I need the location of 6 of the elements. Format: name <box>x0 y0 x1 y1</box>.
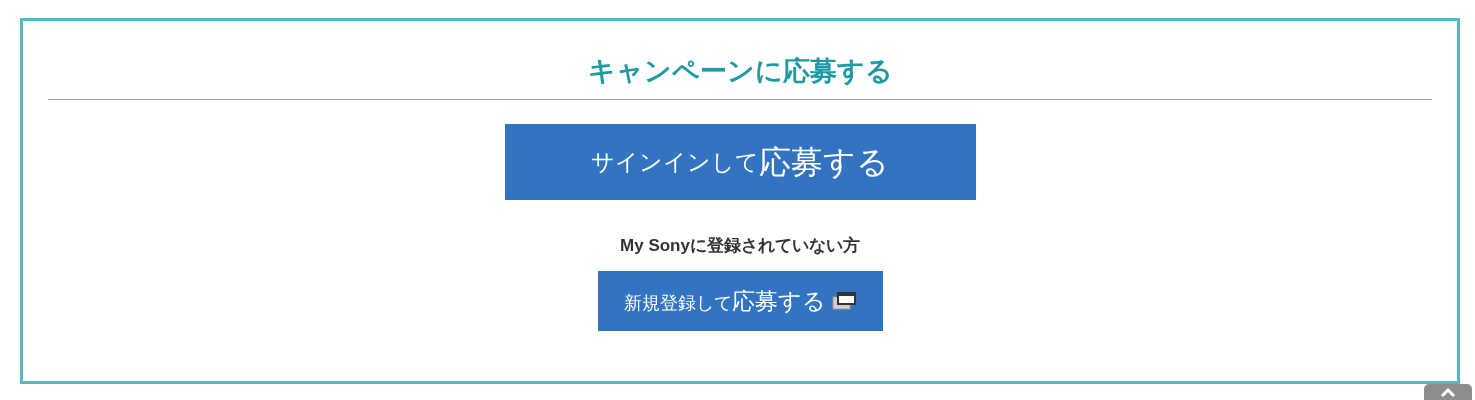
new-window-icon <box>832 292 856 310</box>
signin-apply-button[interactable]: サインインして 応募する <box>504 124 976 200</box>
register-note: My Sonyに登録されていない方 <box>620 235 860 257</box>
chevron-up-icon <box>1440 387 1456 397</box>
register-apply-button[interactable]: 新規登録して応募する <box>597 271 883 331</box>
section-title: キャンペーンに応募する <box>48 51 1432 100</box>
